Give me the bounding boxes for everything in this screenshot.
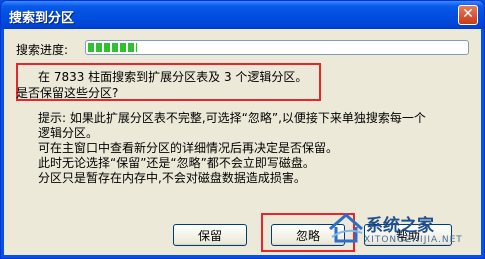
close-button[interactable]: ✕ (458, 5, 478, 25)
window-title: 搜索到分区 (9, 11, 75, 26)
hint-line-3: 可在主窗口中查看新分区的详细情况后再决定是否保留。 (38, 141, 339, 155)
progress-label: 搜索进度: (16, 43, 69, 57)
dialog-window: 搜索到分区 ✕ 搜索进度: 在 7833 柱面搜索到扩展分区表及 3 个逻辑分区… (0, 0, 485, 259)
search-progress-bar (85, 40, 469, 55)
hint-line-4: 此时无论选择“保留”还是“忽略”都不会立即写磁盘。 (38, 156, 315, 170)
message-line-1: 在 7833 柱面搜索到扩展分区表及 3 个逻辑分区。 (38, 70, 308, 84)
watermark-logo: 系统之家 XITONGZHIJIA.NET (326, 207, 482, 253)
progress-fill (88, 43, 137, 52)
hint-line-1: 提示: 如果此扩展分区表不完整,可选择“忽略”,以便接下来单独搜索每一个 (38, 111, 426, 125)
message-line-2: 是否保留这些分区? (16, 86, 119, 100)
hint-line-2: 逻辑分区。 (38, 126, 99, 140)
house-logo-icon (329, 213, 363, 243)
close-icon: ✕ (462, 6, 474, 22)
keep-button[interactable]: 保留 (173, 224, 247, 246)
watermark-url: XITONGZHIJIA.NET (364, 235, 463, 245)
title-bar[interactable]: 搜索到分区 ✕ (1, 1, 484, 29)
hint-text: 提示: 如果此扩展分区表不完整,可选择“忽略”,以便接下来单独搜索每一个 逻辑分… (16, 111, 476, 186)
dialog-body: 搜索进度: 在 7833 柱面搜索到扩展分区表及 3 个逻辑分区。 是否保留这些… (4, 29, 481, 255)
hint-line-5: 分区只是暂存在内存中,不会对磁盘数据造成损害。 (38, 171, 306, 185)
watermark-text: 系统之家 (366, 216, 434, 236)
